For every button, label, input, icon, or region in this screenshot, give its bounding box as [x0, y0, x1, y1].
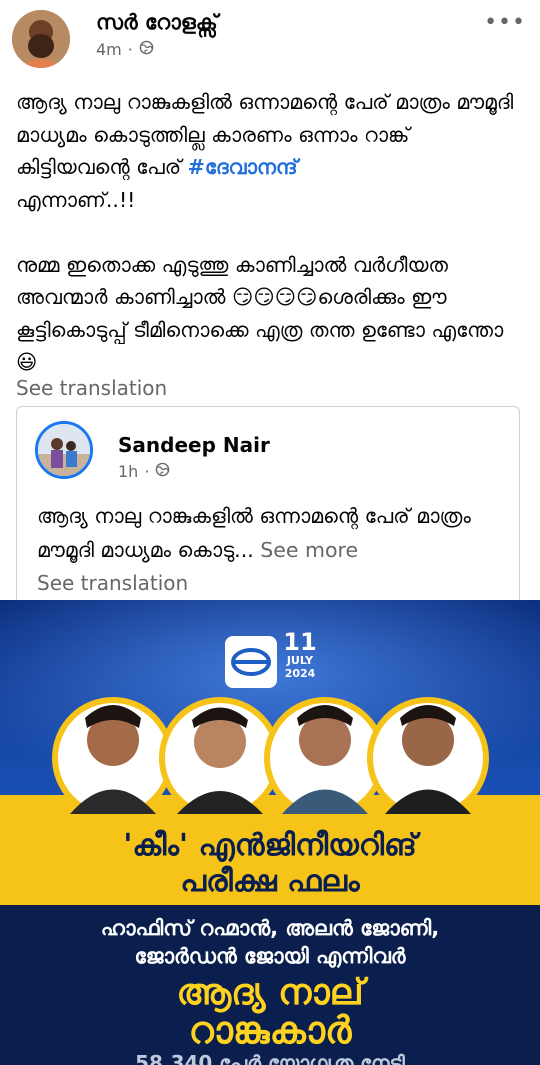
names-line1: ഹാഫിസ് റഹ്മാൻ, അലൻ ജോണി,: [100, 916, 440, 940]
date-year: 2024: [284, 667, 316, 680]
big-line2: റാങ്കുകാർ: [188, 1008, 352, 1052]
news-image[interactable]: 11 JULY 2024 'കീം' എൻജിനീയറിങ് പരീക്ഷ ഫല…: [0, 600, 540, 1065]
see-more-link[interactable]: See more: [260, 538, 358, 562]
shared-author-name[interactable]: Sandeep Nair: [118, 433, 270, 457]
shared-see-translation-link[interactable]: See translation: [37, 571, 188, 595]
headline-line1: 'കീം' എൻജിനീയറിങ്: [123, 828, 417, 863]
date-day: 11: [283, 628, 317, 656]
shared-post-time[interactable]: 1h: [118, 462, 138, 481]
post-time[interactable]: 4m: [96, 40, 122, 59]
shared-post-text: ആദ്യ നാലു റാങ്കുകളിൽ ഒന്നാമന്റെ പേര് മാത…: [37, 499, 507, 567]
post-meta: 4m ·: [96, 40, 154, 59]
date-month: JULY: [286, 654, 314, 667]
news-date: 11 JULY 2024: [282, 630, 318, 680]
shared-post-meta: 1h ·: [118, 462, 170, 481]
separator-dot: ·: [127, 40, 133, 59]
post-text-part2: എന്നാണ്..!! നുമ്മ ഇതൊക്ക എടുത്തു കാണിച്ച…: [16, 187, 504, 375]
headline-line2: പരീക്ഷ ഫലം: [180, 864, 360, 899]
hashtag-link[interactable]: #ദേവാനന്ദ്: [188, 155, 298, 179]
author-name[interactable]: സർ റോളക്സ്: [96, 10, 218, 35]
post-header: സർ റോളക്സ് 4m · •••: [0, 0, 540, 72]
shared-author-avatar[interactable]: [35, 421, 93, 479]
names-line2: ജോർഡൻ ജോയി എന്നിവർ: [134, 944, 406, 968]
footer-partial-text: 58,340 പേർ യോഗ്യത നേടി: [135, 1051, 405, 1065]
see-translation-link[interactable]: See translation: [16, 376, 167, 400]
separator-dot: ·: [144, 462, 150, 481]
shared-post-card[interactable]: Sandeep Nair 1h · ആദ്യ നാലു റാങ്കുകളിൽ ഒ…: [16, 406, 520, 607]
more-options-icon[interactable]: •••: [484, 10, 526, 35]
shared-text-content: ആദ്യ നാലു റാങ്കുകളിൽ ഒന്നാമന്റെ പേര് മാത…: [37, 504, 471, 562]
post-text: ആദ്യ നാലു റാങ്കുകളിൽ ഒന്നാമന്റെ പേര് മാത…: [16, 86, 528, 379]
author-avatar[interactable]: [12, 10, 70, 68]
globe-icon[interactable]: [139, 40, 154, 59]
globe-icon[interactable]: [155, 462, 170, 481]
